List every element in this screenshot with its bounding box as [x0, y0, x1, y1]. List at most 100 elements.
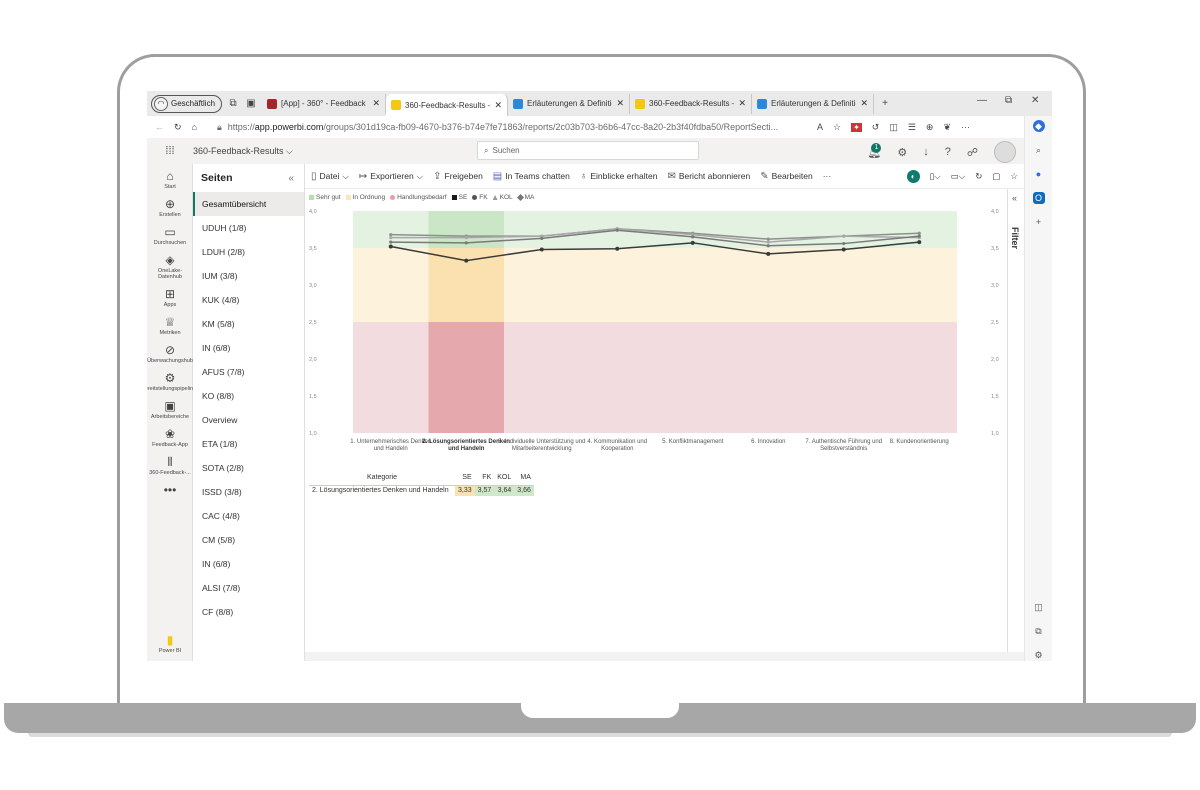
share-icon[interactable]: ☍	[967, 146, 978, 159]
data-point-se[interactable]	[917, 240, 922, 245]
nav-item[interactable]: ⚙Bereitstellungspipelines	[147, 371, 199, 392]
page-tab[interactable]: CF (8/8)	[193, 600, 304, 624]
nav-item[interactable]: ◈ OneLake-Datenhub	[147, 253, 193, 280]
page-tab[interactable]: SOTA (2/8)	[193, 456, 304, 480]
page-tab[interactable]: KUK (4/8)	[193, 288, 304, 312]
tab-actions-icon[interactable]: ▣	[244, 98, 258, 109]
office-rail-icon[interactable]: ●	[1033, 168, 1045, 180]
powerbi-logo[interactable]: ▮ Power BI	[147, 633, 193, 654]
page-tab[interactable]: ISSD (3/8)	[193, 480, 304, 504]
reload-icon[interactable]: ↻	[174, 122, 182, 133]
notifications-icon[interactable]: 🔔︎ 1	[867, 142, 882, 159]
page-tab[interactable]: Gesamtübersicht	[193, 192, 304, 216]
data-point-fk[interactable]	[766, 244, 770, 248]
data-point-kol[interactable]	[842, 234, 846, 238]
workspaces-icon[interactable]: ⧉	[226, 98, 240, 109]
data-point-kol[interactable]	[766, 240, 770, 244]
comment-icon[interactable]: ▢	[992, 171, 1000, 182]
bearbeiten-button[interactable]: ✎ Bearbeiten	[760, 171, 813, 182]
data-point-se[interactable]	[464, 258, 469, 263]
favorite-report-icon[interactable]: ☆	[1010, 171, 1018, 182]
bookmark-icon[interactable]: ▯⌵	[930, 171, 941, 182]
back-icon[interactable]: ←	[155, 122, 164, 132]
tab-close-icon[interactable]: ✕	[494, 100, 502, 111]
data-point-fk[interactable]	[691, 235, 695, 239]
header-kol[interactable]: KOL	[494, 471, 515, 486]
restore-icon[interactable]: ⧉	[1005, 95, 1012, 106]
einblicke-button[interactable]: ♁ Einblicke erhalten	[580, 171, 658, 182]
copilot-rail-icon[interactable]: ◆	[1032, 120, 1045, 132]
header-ma[interactable]: MA	[514, 471, 534, 486]
page-tab[interactable]: CAC (4/8)	[193, 504, 304, 528]
browser-tab[interactable]: 360-Feedback-Results – Pow ✕	[386, 94, 509, 116]
nav-item[interactable]: ❀ Feedback-App	[147, 427, 193, 448]
collapse-pages-icon[interactable]: «	[288, 173, 294, 184]
split-screen-icon[interactable]: ◫	[889, 122, 898, 133]
page-tab[interactable]: Overview	[193, 408, 304, 432]
data-point-se[interactable]	[539, 247, 544, 252]
page-tab[interactable]: IUM (3/8)	[193, 264, 304, 288]
browser-tab[interactable]: 360-Feedback-Results – Pow ✕	[630, 93, 753, 114]
help-icon[interactable]: ?	[945, 146, 951, 158]
table-row[interactable]: 2. Lösungsorientiertes Denken und Handel…	[309, 485, 534, 496]
copilot-report-icon[interactable]: ◐	[906, 169, 920, 183]
expand-filter-icon[interactable]: «	[1012, 193, 1017, 203]
url-field[interactable]: 🔒︎ https://app.powerbi.com/groups/301d19…	[207, 118, 807, 136]
search-rail-icon[interactable]: ⌕	[1033, 144, 1045, 156]
nav-item[interactable]: •••...	[147, 483, 193, 498]
data-point-ma[interactable]	[917, 231, 921, 235]
data-point-fk[interactable]	[464, 241, 468, 245]
download-icon[interactable]: ↓	[923, 146, 929, 158]
page-tab[interactable]: KO (8/8)	[193, 384, 304, 408]
data-point-fk[interactable]	[389, 240, 393, 244]
nav-item[interactable]: ▭ Durchsuchen	[147, 225, 193, 246]
datei-button[interactable]: ▯ Datei ⌵	[311, 171, 349, 182]
view-icon[interactable]: ▭⌵	[951, 171, 965, 182]
app-launcher-icon[interactable]: ⁞⁞⁞	[147, 145, 193, 157]
nav-item[interactable]: ⌂ Start	[147, 169, 193, 190]
data-point-fk[interactable]	[917, 234, 921, 238]
outlook-rail-icon[interactable]: O	[1032, 192, 1045, 204]
close-window-icon[interactable]: ✕	[1031, 95, 1039, 106]
data-point-fk[interactable]	[540, 236, 544, 240]
tab-close-icon[interactable]: ✕	[616, 98, 624, 109]
profile-button[interactable]: ◠ Geschäftlich	[151, 94, 223, 113]
data-point-kol[interactable]	[464, 236, 468, 240]
tab-close-icon[interactable]: ✕	[372, 98, 380, 109]
nav-item[interactable]: ♕ Metriken	[147, 315, 193, 336]
favorite-star-icon[interactable]: ☆	[833, 122, 841, 133]
data-point-se[interactable]	[615, 246, 620, 251]
browser-tab[interactable]: Erläuterungen & Definition ✕	[752, 93, 875, 114]
browser-tab[interactable]: Erläuterungen & Definition ✕	[508, 93, 631, 114]
nav-item[interactable]: ⫴ 360-Feedback-...	[147, 455, 193, 476]
line-chart[interactable]: 4,0 4,0 3,5 3,5 3,0 3,0 2,5 2,5 2,0 2,0 1,5 1,5 1,0 1…	[305, 189, 1007, 469]
browser-tab[interactable]: [App] - 360° - Feedback - Fe ✕	[262, 93, 387, 114]
data-point-kol[interactable]	[389, 236, 393, 240]
refresh-extension-icon[interactable]: ↺	[872, 122, 880, 133]
extension-icon[interactable]: ✦	[851, 122, 862, 132]
new-tab-button[interactable]: +	[878, 98, 892, 109]
settings-icon[interactable]: ⚙	[897, 146, 907, 159]
data-point-se[interactable]	[690, 240, 695, 245]
abonnieren-button[interactable]: ✉ Bericht abonnieren	[667, 171, 750, 182]
favorites-icon[interactable]: ☰	[908, 122, 916, 133]
more-toolbar-button[interactable]: ···	[823, 171, 832, 181]
data-point-fk[interactable]	[615, 228, 619, 232]
home-browser-icon[interactable]: ⌂	[192, 122, 197, 132]
collections-icon[interactable]: ⊕	[926, 122, 934, 133]
exportieren-button[interactable]: ↦ Exportieren ⌵	[359, 171, 423, 182]
header-kategorie[interactable]: Kategorie	[309, 471, 455, 486]
data-point-se[interactable]	[766, 251, 771, 256]
external-link-icon[interactable]: ⧉	[1033, 625, 1045, 637]
page-tab[interactable]: KM (5/8)	[193, 312, 304, 336]
read-aloud-icon[interactable]: A	[817, 122, 823, 132]
data-point-ma[interactable]	[389, 233, 393, 237]
add-rail-icon[interactable]: +	[1033, 216, 1045, 228]
page-tab[interactable]: IN (6/8)	[193, 336, 304, 360]
page-tab[interactable]: ALSI (7/8)	[193, 576, 304, 600]
header-fk[interactable]: FK	[474, 471, 495, 486]
sidebar-toggle-icon[interactable]: ◫	[1033, 601, 1045, 613]
workspace-name[interactable]: 360-Feedback-Results ⌵	[193, 146, 293, 157]
header-se[interactable]: SE	[455, 471, 475, 486]
more-browser-icon[interactable]: ···	[961, 122, 970, 132]
